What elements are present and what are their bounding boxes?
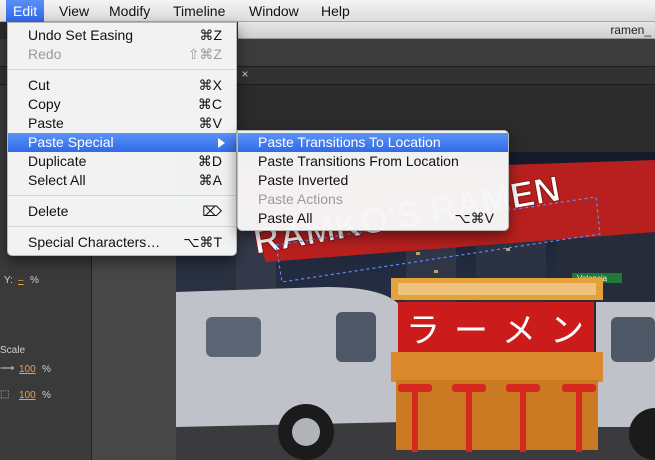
menu-bar: Edit View Modify Timeline Window Help [0, 0, 655, 22]
menu-edit[interactable]: Edit [6, 0, 45, 22]
y-label: Y: [4, 275, 13, 286]
document-title: ramen_ [610, 23, 651, 37]
submenu-item-paste-all[interactable]: Paste All ⌥⌘V [238, 209, 508, 228]
van-window-1 [206, 317, 261, 357]
menu-item-copy[interactable]: Copy ⌘C [8, 95, 236, 114]
banner-char-1: ラ [406, 311, 440, 351]
menu-separator [8, 226, 236, 227]
submenu-item-paste-inverted[interactable]: Paste Inverted [238, 171, 508, 190]
submenu-item-paste-transitions-from-location[interactable]: Paste Transitions From Location [238, 152, 508, 171]
banner-char-4: ン [550, 311, 584, 351]
document-title-bar: ramen_ [238, 22, 655, 39]
van-window-2 [336, 312, 376, 362]
scale-label: Scale [0, 345, 26, 356]
menu-item-undo[interactable]: Undo Set Easing ⌘Z [8, 26, 236, 45]
menu-item-paste-special[interactable]: Paste Special [8, 133, 236, 152]
y-value[interactable]: – [18, 275, 24, 286]
menu-modify[interactable]: Modify [102, 0, 157, 22]
menu-item-delete[interactable]: Delete ⌦ [8, 202, 236, 221]
stand-counter [391, 352, 603, 382]
submenu-item-paste-actions[interactable]: Paste Actions [238, 190, 508, 209]
scale-y-unit: % [42, 390, 51, 401]
paste-special-submenu: Paste Transitions To Location Paste Tran… [237, 130, 509, 231]
scale-y-value[interactable]: 100 [19, 390, 36, 401]
menu-help[interactable]: Help [314, 0, 357, 22]
menu-view[interactable]: View [52, 0, 96, 22]
scale-x-value[interactable]: 100 [19, 364, 36, 375]
menu-item-paste[interactable]: Paste ⌘V [8, 114, 236, 133]
menu-timeline[interactable]: Timeline [166, 0, 232, 22]
scale-x-unit: % [42, 364, 51, 375]
menu-item-duplicate[interactable]: Duplicate ⌘D [8, 152, 236, 171]
scale-width-icon: ⟶ [0, 363, 15, 374]
scale-height-icon: ⬚ [0, 389, 10, 400]
menu-item-cut[interactable]: Cut ⌘X [8, 76, 236, 95]
menu-separator [8, 195, 236, 196]
submenu-item-paste-transitions-to-location[interactable]: Paste Transitions To Location [238, 133, 508, 152]
menu-item-special-characters[interactable]: Special Characters… ⌥⌘T [8, 233, 236, 252]
banner-char-2: ー [454, 311, 488, 351]
delete-key-icon: ⌦ [202, 203, 222, 219]
banner-char-3: メ [502, 311, 536, 351]
menu-item-select-all[interactable]: Select All ⌘A [8, 171, 236, 190]
tab-close-icon[interactable]: × [239, 67, 251, 81]
menu-item-redo[interactable]: Redo ⇧⌘Z [8, 45, 236, 64]
y-unit: % [30, 275, 39, 286]
menu-window[interactable]: Window [242, 0, 306, 22]
menu-separator [8, 69, 236, 70]
submenu-arrow-icon [218, 138, 225, 148]
edit-menu: Undo Set Easing ⌘Z Redo ⇧⌘Z Cut ⌘X Copy ⌘C P… [7, 22, 237, 256]
